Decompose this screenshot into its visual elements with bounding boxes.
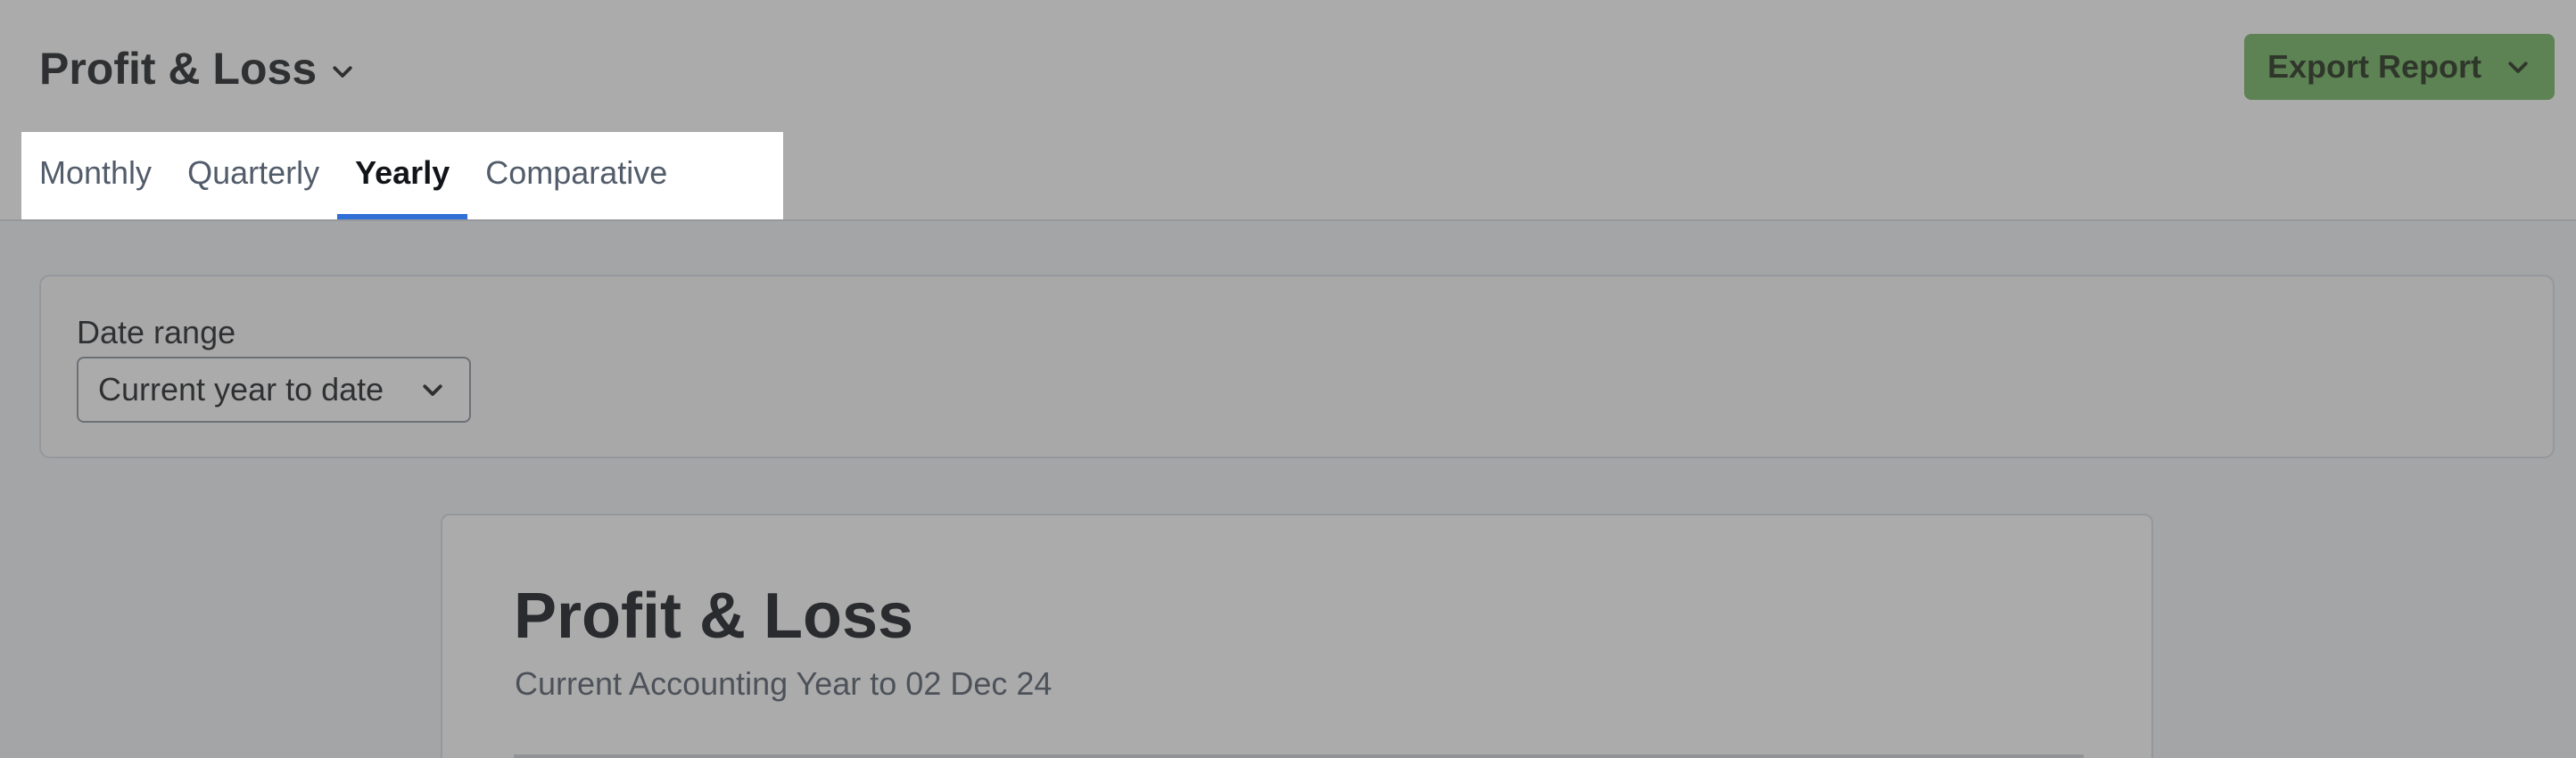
tab-monthly[interactable]: Monthly bbox=[21, 132, 169, 219]
tab-quarterly[interactable]: Quarterly bbox=[169, 132, 337, 219]
report-divider bbox=[514, 754, 2084, 758]
chevron-down-icon bbox=[333, 66, 352, 78]
period-tabs: Monthly Quarterly Yearly Comparative bbox=[21, 132, 685, 219]
date-range-select[interactable]: Current year to date bbox=[77, 357, 471, 423]
tab-comparative[interactable]: Comparative bbox=[467, 132, 685, 219]
report-page: Profit & Loss Export Report Date range C… bbox=[0, 0, 2576, 758]
export-report-label: Export Report bbox=[2266, 48, 2481, 85]
report-title: Profit & Loss bbox=[514, 581, 914, 652]
export-report-button[interactable]: Export Report bbox=[2244, 34, 2555, 100]
report-subtitle: Current Accounting Year to 02 Dec 24 bbox=[515, 665, 1053, 702]
tab-yearly[interactable]: Yearly bbox=[337, 132, 468, 219]
chevron-down-icon bbox=[2508, 62, 2528, 73]
page-title: Profit & Loss bbox=[39, 44, 318, 94]
highlighted-tab-bar: Monthly Quarterly Yearly Comparative bbox=[21, 132, 783, 219]
chevron-down-icon bbox=[423, 384, 442, 396]
date-range-value: Current year to date bbox=[98, 371, 384, 408]
date-range-label: Date range bbox=[77, 314, 236, 350]
report-type-selector[interactable]: Profit & Loss bbox=[39, 43, 356, 95]
